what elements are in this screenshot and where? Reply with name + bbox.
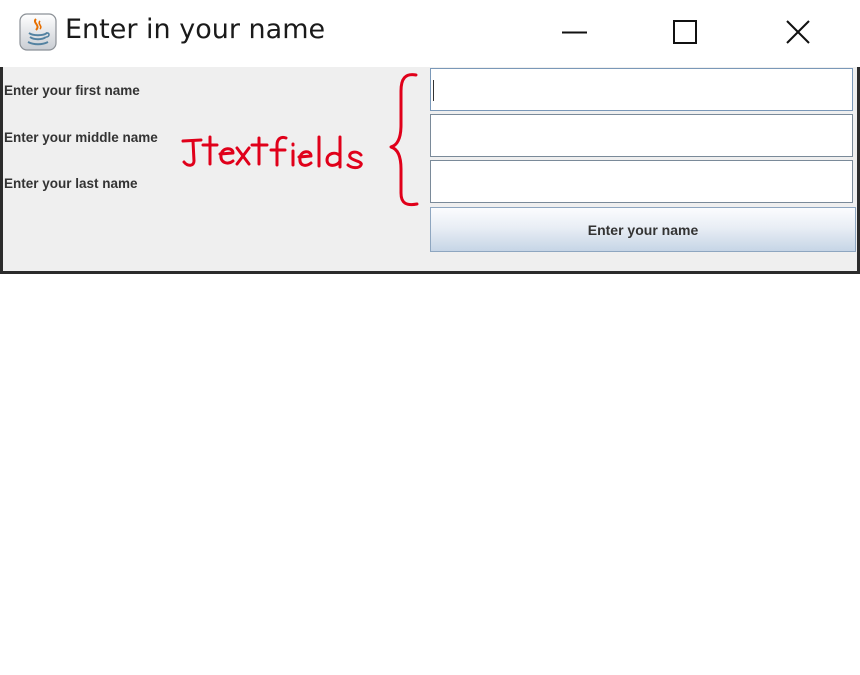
last-name-label: Enter your last name [4, 176, 138, 191]
enter-name-button[interactable]: Enter your name [430, 207, 856, 252]
first-name-label: Enter your first name [4, 83, 140, 98]
text-caret [433, 80, 434, 101]
minimize-button[interactable] [545, 0, 605, 67]
close-button[interactable] [768, 0, 828, 67]
middle-name-field[interactable] [430, 114, 853, 157]
first-name-field[interactable] [430, 68, 853, 111]
title-bar[interactable]: Enter in your name [0, 0, 860, 67]
last-name-field[interactable] [430, 160, 853, 203]
java-icon [19, 13, 57, 51]
window-title: Enter in your name [65, 14, 326, 45]
handwritten-annotation [175, 65, 425, 210]
app-window: Enter in your name Enter your first name… [0, 0, 860, 274]
maximize-button[interactable] [655, 0, 715, 67]
middle-name-label: Enter your middle name [4, 130, 158, 145]
